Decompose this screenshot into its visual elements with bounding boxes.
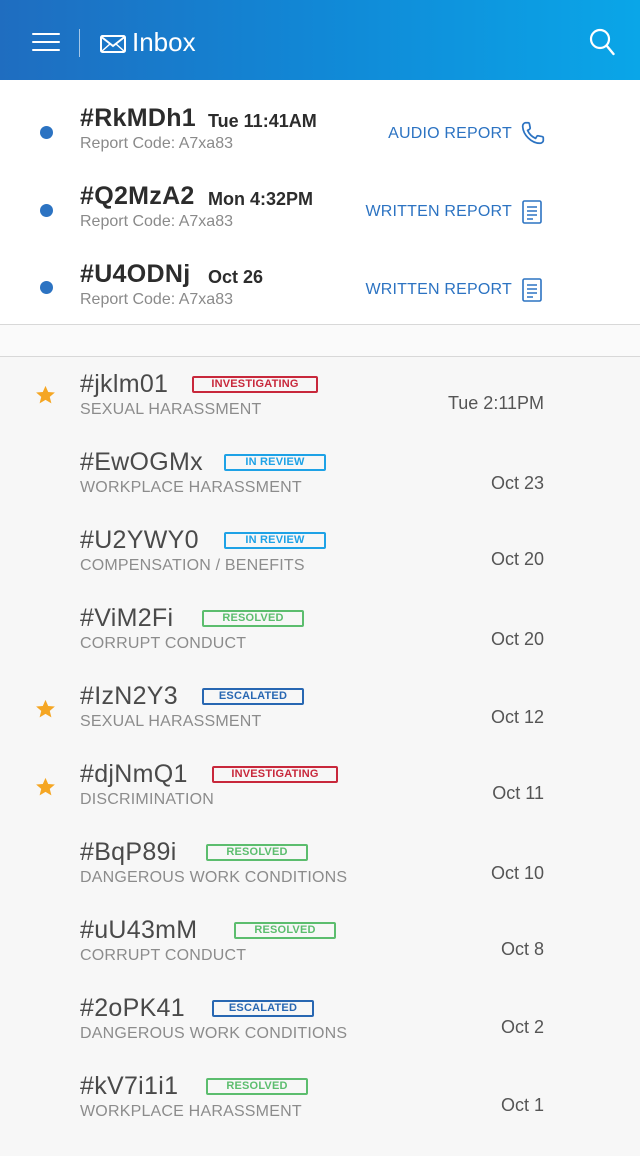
case-list: #jklm01 INVESTIGATING SEXUAL HARASSMENT …: [0, 357, 640, 1156]
case-id: #BqP89i: [80, 838, 177, 866]
phone-icon[interactable]: [520, 120, 546, 146]
report-id: #Q2MzA2: [80, 182, 195, 210]
case-category: WORKPLACE HARASSMENT: [80, 479, 302, 496]
section-gap: [0, 325, 640, 356]
envelope-icon: [100, 35, 126, 53]
status-badge: RESOLVED: [206, 844, 308, 861]
report-type-label[interactable]: WRITTEN REPORT: [340, 203, 512, 221]
case-id: #djNmQ1: [80, 760, 188, 788]
case-category: SEXUAL HARASSMENT: [80, 401, 262, 418]
case-row[interactable]: #U2YWY0 IN REVIEW COMPENSATION / BENEFIT…: [0, 513, 640, 591]
case-id: #ViM2Fi: [80, 604, 174, 632]
case-date: Oct 1: [500, 1095, 544, 1115]
case-row[interactable]: #BqP89i RESOLVED DANGEROUS WORK CONDITIO…: [0, 825, 640, 903]
search-icon[interactable]: [589, 28, 615, 56]
case-row[interactable]: #EwOGMx IN REVIEW WORKPLACE HARASSMENT O…: [0, 435, 640, 513]
report-time: Oct 26: [208, 267, 264, 287]
case-category: CORRUPT CONDUCT: [80, 947, 247, 964]
unread-indicator: [40, 126, 53, 139]
case-date: Oct 23: [490, 473, 544, 493]
case-date: Oct 10: [490, 863, 544, 883]
document-icon[interactable]: [522, 200, 542, 224]
case-date: Tue 2:11PM: [447, 393, 544, 413]
report-type-label[interactable]: AUDIO REPORT: [340, 125, 512, 143]
unread-indicator: [40, 281, 53, 294]
case-date: Oct 2: [500, 1017, 544, 1037]
unread-reports-list: #RkMDh1 Tue 11:41AM Report Code: A7xa83 …: [0, 80, 640, 324]
report-id: #U4ODNj: [80, 260, 191, 288]
unread-report-row[interactable]: #Q2MzA2 Mon 4:32PM Report Code: A7xa83 W…: [0, 158, 640, 236]
report-id: #RkMDh1: [80, 104, 197, 132]
case-id: #kV7i1i1: [80, 1072, 179, 1100]
report-time: Tue 11:41AM: [208, 111, 317, 131]
case-category: CORRUPT CONDUCT: [80, 635, 247, 652]
case-id: #EwOGMx: [80, 448, 203, 476]
status-badge: INVESTIGATING: [192, 376, 318, 393]
star-icon[interactable]: [35, 699, 56, 719]
case-category: COMPENSATION / BENEFITS: [80, 557, 305, 574]
unread-report-row[interactable]: #U4ODNj Oct 26 Report Code: A7xa83 WRITT…: [0, 236, 640, 314]
case-category: SEXUAL HARASSMENT: [80, 713, 262, 730]
status-badge: RESOLVED: [202, 610, 304, 627]
case-category: WORKPLACE HARASSMENT: [80, 1103, 302, 1120]
case-row[interactable]: #2oPK41 ESCALATED DANGEROUS WORK CONDITI…: [0, 981, 640, 1059]
case-date: Oct 20: [490, 549, 544, 569]
header-divider: [79, 29, 80, 57]
case-row[interactable]: #jklm01 INVESTIGATING SEXUAL HARASSMENT …: [0, 357, 640, 435]
star-icon[interactable]: [35, 777, 56, 797]
unread-indicator: [40, 204, 53, 217]
star-icon[interactable]: [35, 385, 56, 405]
case-row[interactable]: #ViM2Fi RESOLVED CORRUPT CONDUCT Oct 20: [0, 591, 640, 669]
case-date: Oct 11: [492, 783, 544, 803]
case-row[interactable]: #djNmQ1 INVESTIGATING DISCRIMINATION Oct…: [0, 747, 640, 825]
status-badge: ESCALATED: [212, 1000, 314, 1017]
case-row[interactable]: #IzN2Y3 ESCALATED SEXUAL HARASSMENT Oct …: [0, 669, 640, 747]
report-time: Mon 4:32PM: [208, 189, 314, 209]
status-badge: RESOLVED: [234, 922, 336, 939]
document-icon[interactable]: [522, 278, 542, 302]
hamburger-menu-icon[interactable]: [32, 33, 60, 51]
report-code: Report Code: A7xa83: [80, 135, 233, 152]
case-date: Oct 20: [490, 629, 544, 649]
report-type-label[interactable]: WRITTEN REPORT: [340, 281, 512, 299]
case-category: DANGEROUS WORK CONDITIONS: [80, 1025, 348, 1042]
case-id: #jklm01: [80, 370, 169, 398]
status-badge: INVESTIGATING: [212, 766, 338, 783]
case-id: #2oPK41: [80, 994, 185, 1022]
status-badge: ESCALATED: [202, 688, 304, 705]
unread-report-row[interactable]: #RkMDh1 Tue 11:41AM Report Code: A7xa83 …: [0, 80, 640, 158]
case-category: DANGEROUS WORK CONDITIONS: [80, 869, 348, 886]
case-row[interactable]: #kV7i1i1 RESOLVED WORKPLACE HARASSMENT O…: [0, 1059, 640, 1137]
case-id: #IzN2Y3: [80, 682, 178, 710]
case-category: DISCRIMINATION: [80, 791, 215, 808]
status-badge: IN REVIEW: [224, 454, 326, 471]
report-code: Report Code: A7xa83: [80, 213, 233, 230]
case-row[interactable]: #uU43mM RESOLVED CORRUPT CONDUCT Oct 8: [0, 903, 640, 981]
status-badge: IN REVIEW: [224, 532, 326, 549]
report-code: Report Code: A7xa83: [80, 291, 233, 308]
case-date: Oct 8: [500, 939, 544, 959]
case-id: #U2YWY0: [80, 526, 199, 554]
status-badge: RESOLVED: [206, 1078, 308, 1095]
app-header: Inbox: [0, 0, 640, 80]
page-title: Inbox: [132, 27, 196, 57]
case-date: Oct 12: [490, 707, 544, 727]
case-id: #uU43mM: [80, 916, 198, 944]
